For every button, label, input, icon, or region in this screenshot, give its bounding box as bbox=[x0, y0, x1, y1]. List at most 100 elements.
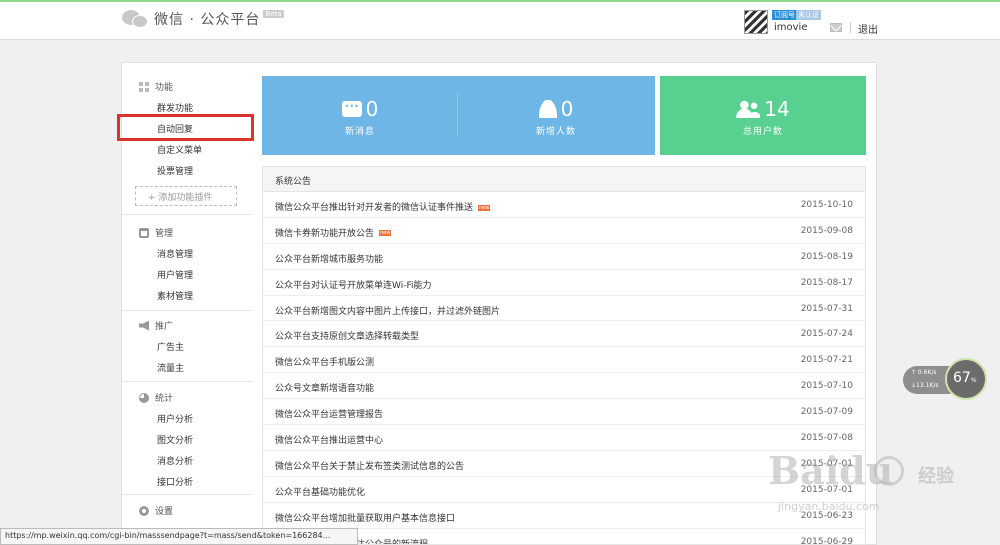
percent-value: 67 bbox=[953, 370, 971, 386]
notice-date: 2015-07-08 bbox=[800, 433, 853, 444]
notice-title-link[interactable]: 公众平台基础功能优化 bbox=[275, 485, 365, 498]
notice-date: 2015-10-10 bbox=[800, 200, 853, 210]
download-speed: ↓13.1K/s bbox=[911, 382, 939, 389]
notice-row[interactable]: 微信卡券新功能开放公告 new 2015-09-08 bbox=[263, 218, 865, 244]
sidebar-group-label: 功能 bbox=[155, 83, 174, 93]
notice-row[interactable]: 公众平台对认证号开放菜单连Wi-Fi能力 2015-08-17 bbox=[263, 270, 865, 296]
avatar[interactable] bbox=[744, 10, 768, 34]
verification-badge[interactable]: 未认证 bbox=[796, 10, 821, 20]
divider bbox=[121, 381, 253, 382]
tray-icon bbox=[139, 227, 149, 238]
notice-title-link[interactable]: 微信公众平台手机版公测 bbox=[275, 355, 374, 368]
mail-icon[interactable] bbox=[830, 23, 842, 32]
sidebar-item-message-analysis[interactable]: 消息分析 bbox=[157, 454, 193, 467]
sidebar-item-vote[interactable]: 投票管理 bbox=[157, 164, 193, 177]
account-type-badge: 订阅号 bbox=[772, 10, 797, 20]
stat-label: 新增人数 bbox=[535, 127, 576, 137]
percent-sign: % bbox=[970, 377, 977, 384]
notice-title-link[interactable]: 微信公众平台关于禁止发布签类测试信息的公告 bbox=[275, 459, 464, 472]
stat-label: 新消息 bbox=[344, 127, 375, 137]
sidebar-item-user-analysis[interactable]: 用户分析 bbox=[157, 412, 193, 425]
beta-badge: Beta bbox=[263, 10, 284, 18]
new-badge: new bbox=[478, 204, 491, 211]
sidebar-group-settings[interactable]: 设置 bbox=[139, 504, 173, 517]
notice-title-link[interactable]: 公众平台对认证号开放菜单连Wi-Fi能力 bbox=[275, 278, 431, 291]
notice-row[interactable]: 公众号文章新增语音功能 2015-07-10 bbox=[263, 373, 865, 400]
chat-icon bbox=[341, 101, 362, 117]
sidebar-group-stats: 统计 bbox=[139, 391, 173, 404]
logo[interactable]: 微信 · 公众平台 Beta bbox=[122, 8, 284, 30]
sidebar-item-advertiser[interactable]: 广告主 bbox=[157, 340, 184, 353]
highlight-box bbox=[117, 114, 254, 141]
notice-row[interactable]: 微信公众平台运营管理报告 2015-07-09 bbox=[263, 399, 865, 426]
notice-date: 2015-07-09 bbox=[800, 407, 853, 418]
sidebar-group-label: 统计 bbox=[155, 394, 174, 404]
watermark-url: jingyan.baidu.com bbox=[778, 500, 880, 513]
megaphone-icon bbox=[139, 320, 149, 331]
notice-title-link[interactable]: 公众号文章新增语音功能 bbox=[275, 381, 374, 394]
sidebar-item-users[interactable]: 用户管理 bbox=[157, 268, 193, 281]
new-badge: new bbox=[379, 230, 392, 237]
stats-card-blue: 0 新消息 0 新增人数 bbox=[262, 76, 655, 155]
sidebar-group-features: 功能 bbox=[139, 80, 173, 93]
notice-title-link[interactable]: 公众平台新增图文内容中图片上传接口，并过滤外链图片 bbox=[275, 304, 500, 317]
notice-title-link[interactable]: 微信公众平台推出运营中心 bbox=[275, 433, 383, 446]
notice-date: 2015-09-08 bbox=[800, 225, 853, 236]
sidebar-item-article-analysis[interactable]: 图文分析 bbox=[157, 433, 193, 446]
notice-date: 2015-07-10 bbox=[800, 381, 853, 392]
notice-title: 系统公告 bbox=[263, 167, 865, 192]
notice-date: 2015-08-17 bbox=[800, 277, 853, 288]
notice-row[interactable]: 公众平台新增图文内容中图片上传接口，并过滤外链图片 2015-07-31 bbox=[263, 296, 865, 322]
add-plugin-button[interactable]: + 添加功能插件 bbox=[135, 186, 237, 206]
baidu-watermark: Baidu 经验 jingyan.baidu.com bbox=[768, 448, 988, 538]
notice-row[interactable]: 公众平台支持原创文章选择转载类型 2015-07-24 bbox=[263, 321, 865, 348]
stats-card-green: 14 总用户数 bbox=[660, 76, 866, 155]
stat-total-users[interactable]: 14 总用户数 bbox=[660, 76, 866, 155]
notice-row[interactable]: 微信公众平台推出针对开发者的微信认证事件推送 new 2015-10-10 bbox=[263, 192, 865, 218]
watermark-brand-cn: 经验 bbox=[918, 466, 954, 487]
notice-title-link[interactable]: 公众平台新增城市服务功能 bbox=[275, 252, 383, 265]
divider bbox=[850, 22, 851, 33]
header: 微信 · 公众平台 Beta 订阅号 未认证 imovie 退出 bbox=[0, 2, 1000, 40]
notice-date: 2015-07-24 bbox=[800, 329, 853, 340]
notice-title-link[interactable]: 微信公众平台增加批量获取用户基本信息接口 bbox=[275, 511, 455, 524]
memory-percent: 67% bbox=[953, 370, 977, 386]
notice-title-link[interactable]: 公众平台支持原创文章选择转载类型 bbox=[275, 329, 419, 342]
logout-link[interactable]: 退出 bbox=[858, 21, 878, 36]
sidebar-item-api-analysis[interactable]: 接口分析 bbox=[157, 475, 193, 488]
sidebar-group-label: 设置 bbox=[155, 507, 174, 517]
username[interactable]: imovie bbox=[774, 22, 808, 33]
sidebar-group-promote: 推广 bbox=[139, 319, 173, 332]
notice-row[interactable]: 公众平台新增城市服务功能 2015-08-19 bbox=[263, 244, 865, 270]
user-icon bbox=[538, 100, 557, 118]
sidebar-item-publisher[interactable]: 流量主 bbox=[157, 361, 184, 374]
gear-icon bbox=[139, 505, 149, 516]
stat-value: 14 bbox=[764, 97, 790, 121]
sidebar-group-label: 管理 bbox=[155, 229, 174, 239]
notice-title-link[interactable]: 微信公众平台推出针对开发者的微信认证事件推送 new bbox=[275, 200, 491, 213]
sidebar-item-custom-menu[interactable]: 自定义菜单 bbox=[157, 143, 202, 156]
divider bbox=[121, 214, 253, 215]
stat-new-messages[interactable]: 0 新消息 bbox=[262, 76, 458, 155]
stat-label: 总用户数 bbox=[742, 127, 783, 137]
sidebar-item-messages[interactable]: 消息管理 bbox=[157, 247, 193, 260]
divider bbox=[121, 494, 253, 495]
network-speed-widget[interactable]: ↑ 0.6K/s ↓13.1K/s 67% bbox=[903, 358, 987, 402]
divider bbox=[121, 310, 253, 311]
stat-new-users[interactable]: 0 新增人数 bbox=[458, 76, 654, 155]
notice-date: 2015-07-21 bbox=[800, 355, 853, 366]
sidebar-item-materials[interactable]: 素材管理 bbox=[157, 289, 193, 302]
notice-row[interactable]: 微信公众平台手机版公测 2015-07-21 bbox=[263, 347, 865, 374]
sidebar-item-mass-send[interactable]: 群发功能 bbox=[157, 101, 193, 114]
notice-title-link[interactable]: 微信卡券新功能开放公告 new bbox=[275, 226, 392, 239]
browser-status-bar: https://mp.weixin.qq.com/cgi-bin/masssen… bbox=[0, 528, 358, 545]
pie-chart-icon bbox=[139, 392, 149, 403]
wechat-logo-icon bbox=[122, 8, 150, 30]
grid-icon bbox=[139, 81, 149, 92]
app-title: 微信 · 公众平台 bbox=[154, 12, 261, 28]
notice-title-link[interactable]: 微信公众平台运营管理报告 bbox=[275, 407, 383, 420]
upload-speed: ↑ 0.6K/s bbox=[911, 369, 937, 376]
stat-value: 0 bbox=[560, 97, 574, 121]
stat-value: 0 bbox=[365, 97, 379, 121]
user-area: 订阅号 未认证 imovie 退出 bbox=[744, 10, 894, 38]
